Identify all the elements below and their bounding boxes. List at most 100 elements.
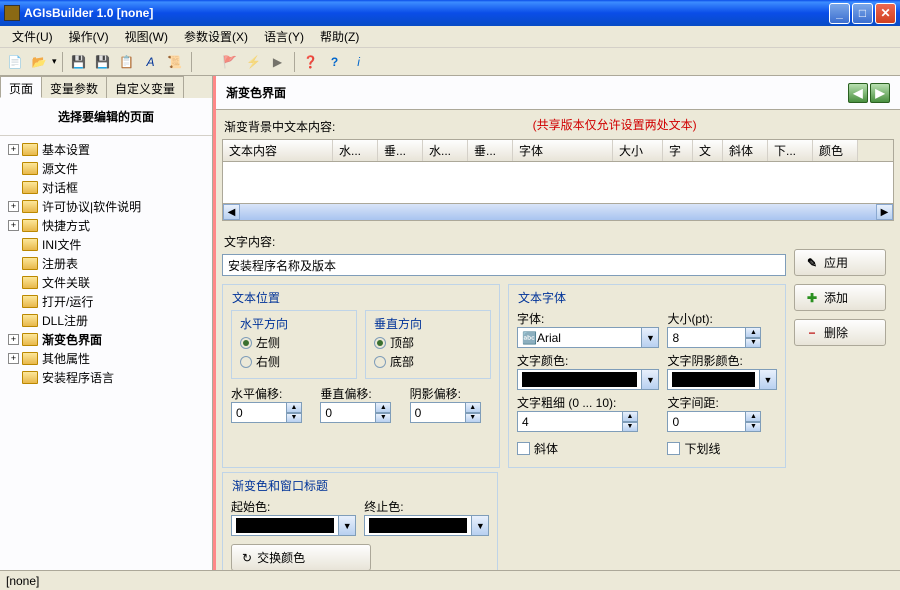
window-title: AGIsBuilder 1.0 [none] — [24, 6, 829, 20]
grid-col[interactable]: 垂... — [378, 140, 423, 161]
tree-item[interactable]: 源文件 — [4, 159, 208, 178]
prev-button[interactable]: ◀ — [848, 83, 868, 103]
v-offset-input[interactable] — [320, 402, 375, 423]
minimize-button[interactable]: _ — [829, 3, 850, 24]
next-button[interactable]: ▶ — [870, 83, 890, 103]
grid-col[interactable]: 斜体 — [723, 140, 768, 161]
text-color-combo[interactable]: ▼ — [517, 369, 659, 390]
help-icon[interactable]: ❓ — [300, 51, 322, 73]
underline-checkbox[interactable]: 下划线 — [667, 440, 777, 457]
grid-scrollbar[interactable]: ◀ ▶ — [222, 204, 894, 221]
grid-col[interactable]: 字 — [663, 140, 693, 161]
tab-pages[interactable]: 页面 — [0, 76, 42, 98]
menu-lang[interactable]: 语言(Y) — [256, 26, 312, 47]
app-icon — [4, 5, 20, 21]
tab-custom[interactable]: 自定义变量 — [106, 76, 184, 98]
size-input[interactable] — [667, 327, 745, 348]
grid-col[interactable]: 文本内容 — [223, 140, 333, 161]
tree-item[interactable]: INI文件 — [4, 235, 208, 254]
tree-item[interactable]: 注册表 — [4, 254, 208, 273]
end-color-combo[interactable]: ▼ — [364, 515, 489, 536]
expand-icon[interactable]: + — [8, 220, 19, 231]
position-fieldset: 文本位置 水平方向 左侧 右侧 垂直方向 顶部 底部 — [222, 284, 500, 468]
folder-icon — [22, 143, 38, 156]
spacing-input[interactable] — [667, 411, 745, 432]
delete-button[interactable]: −删除 — [794, 319, 886, 346]
font-fieldset: 文本字体 字体: 🔤 Arial▼ 大小(pt): ▲▼ — [508, 284, 786, 468]
grid-col[interactable]: 字体 — [513, 140, 613, 161]
tree-item[interactable]: +快捷方式 — [4, 216, 208, 235]
menu-help[interactable]: 帮助(Z) — [312, 26, 367, 47]
swap-colors-button[interactable]: ↻交换颜色 — [231, 544, 371, 570]
flash-icon[interactable]: ⚡ — [243, 51, 265, 73]
expand-icon[interactable]: + — [8, 201, 19, 212]
about-icon[interactable]: ? — [324, 51, 346, 73]
close-button[interactable]: ✕ — [875, 3, 896, 24]
tab-vars[interactable]: 变量参数 — [41, 76, 107, 98]
h-offset-input[interactable] — [231, 402, 286, 423]
grid-col[interactable]: 文 — [693, 140, 723, 161]
font-combo[interactable]: 🔤 Arial▼ — [517, 327, 659, 348]
statusbar: [none] — [0, 570, 900, 590]
open-icon[interactable]: 📂 — [28, 51, 50, 73]
tree-item[interactable]: 打开/运行 — [4, 292, 208, 311]
save-icon[interactable]: 💾 — [68, 51, 90, 73]
grid-header: 文本内容水...垂...水...垂...字体大小字文斜体下...颜色 — [222, 139, 894, 162]
folder-icon — [22, 314, 38, 327]
grid-col[interactable]: 垂... — [468, 140, 513, 161]
folder-icon — [22, 219, 38, 232]
settings-icon[interactable]: 📜 — [164, 51, 186, 73]
tree-item[interactable]: +其他属性 — [4, 349, 208, 368]
radio-left[interactable]: 左侧 — [240, 334, 348, 351]
folder-icon — [22, 333, 38, 346]
add-button[interactable]: ✚添加 — [794, 284, 886, 311]
tree-item[interactable]: 对话框 — [4, 178, 208, 197]
run-icon[interactable]: ▶ — [267, 51, 289, 73]
radio-bottom[interactable]: 底部 — [374, 353, 482, 370]
expand-icon[interactable]: + — [8, 334, 19, 345]
info-icon[interactable]: i — [348, 51, 370, 73]
pencil-icon: ✎ — [805, 256, 819, 270]
warning-text: (共享版本仅允许设置两处文本) — [335, 116, 894, 139]
tree-item[interactable]: DLL注册 — [4, 311, 208, 330]
font-icon[interactable]: A — [140, 51, 162, 73]
maximize-button[interactable]: □ — [852, 3, 873, 24]
scroll-left-icon[interactable]: ◀ — [223, 204, 240, 220]
bold-input[interactable] — [517, 411, 622, 432]
tree-item[interactable]: +许可协议|软件说明 — [4, 197, 208, 216]
tree-item[interactable]: 文件关联 — [4, 273, 208, 292]
folder-icon — [22, 200, 38, 213]
apply-button[interactable]: ✎应用 — [794, 249, 886, 276]
menu-params[interactable]: 参数设置(X) — [176, 26, 256, 47]
expand-icon[interactable]: + — [8, 353, 19, 364]
scroll-right-icon[interactable]: ▶ — [876, 204, 893, 220]
grid-col[interactable]: 水... — [333, 140, 378, 161]
tree-item[interactable]: 安装程序语言 — [4, 368, 208, 387]
text-content-input[interactable] — [222, 254, 786, 276]
radio-top[interactable]: 顶部 — [374, 334, 482, 351]
flag-icon[interactable]: 🚩 — [219, 51, 241, 73]
folder-icon — [22, 238, 38, 251]
s-offset-input[interactable] — [410, 402, 465, 423]
grid-col[interactable]: 颜色 — [813, 140, 858, 161]
grid-body[interactable] — [222, 162, 894, 204]
grid-col[interactable]: 下... — [768, 140, 813, 161]
grid-col[interactable]: 水... — [423, 140, 468, 161]
tree-item[interactable]: +基本设置 — [4, 140, 208, 159]
expand-icon[interactable]: + — [8, 144, 19, 155]
grid-col[interactable]: 大小 — [613, 140, 663, 161]
tree-item[interactable]: +渐变色界面 — [4, 330, 208, 349]
shadow-color-combo[interactable]: ▼ — [667, 369, 777, 390]
menu-view[interactable]: 视图(W) — [117, 26, 176, 47]
italic-checkbox[interactable]: 斜体 — [517, 440, 659, 457]
radio-right[interactable]: 右侧 — [240, 353, 348, 370]
folder-icon — [22, 181, 38, 194]
menubar: 文件(U) 操作(V) 视图(W) 参数设置(X) 语言(Y) 帮助(Z) — [0, 26, 900, 48]
menu-file[interactable]: 文件(U) — [4, 26, 61, 47]
new-icon[interactable]: 📄 — [4, 51, 26, 73]
menu-action[interactable]: 操作(V) — [61, 26, 117, 47]
saveas-icon[interactable]: 💾 — [92, 51, 114, 73]
folder-icon — [22, 352, 38, 365]
export-icon[interactable]: 📋 — [116, 51, 138, 73]
start-color-combo[interactable]: ▼ — [231, 515, 356, 536]
